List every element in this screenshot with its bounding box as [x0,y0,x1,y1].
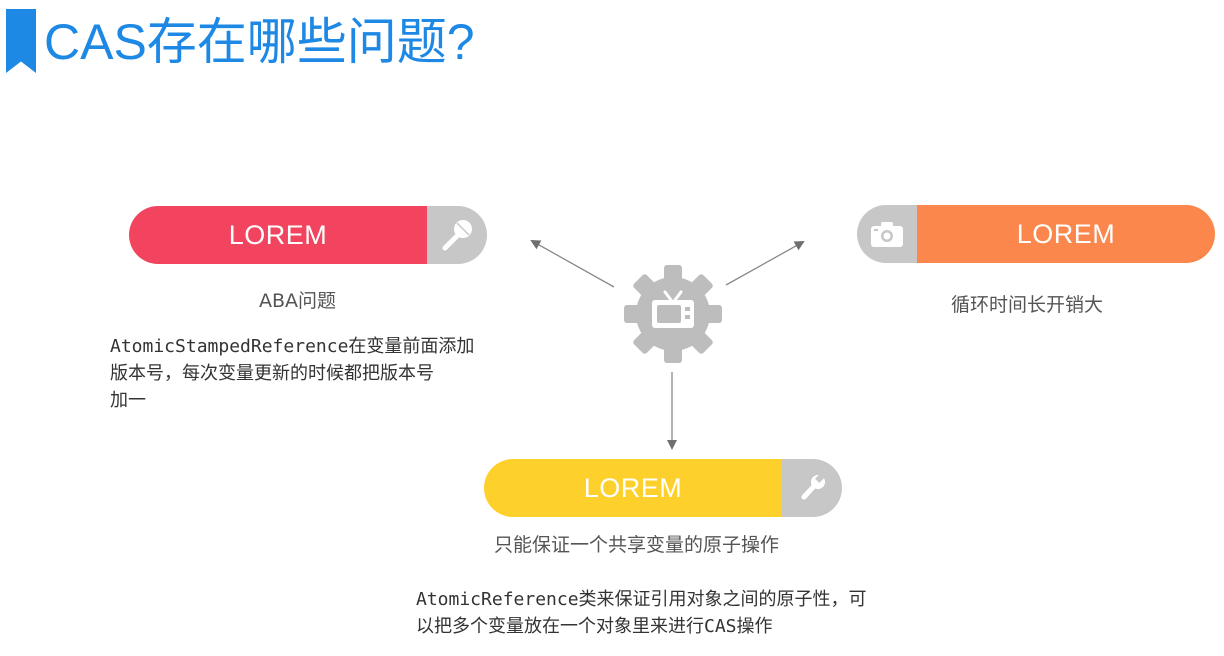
card-bottom-line: AtomicReference类来保证引用对象之间的原子性，可 [416,589,867,610]
card-right-pill: LOREM [857,205,1215,263]
card-bottom-line: 以把多个变量放在一个对象里来进行CAS操作 [416,616,773,637]
card-left-line: AtomicStampedReference在变量前面添加 [110,336,475,357]
connector-arrows [530,240,805,450]
card-bottom-caption: 只能保证一个共享变量的原子操作 [494,534,780,556]
microphone-icon [427,206,487,264]
card-left-line: 加一 [110,390,146,411]
card-left-line: 版本号，每次变量更新的时候都把版本号 [110,363,434,384]
card-right-caption: 循环时间长开销大 [951,294,1104,316]
camera-icon [857,205,917,263]
card-bottom-description: AtomicReference类来保证引用对象之间的原子性，可 以把多个变量放在… [416,586,867,640]
card-right-label: LOREM [917,205,1215,263]
card-left-label: LOREM [129,206,427,264]
arrow-to-left-card [530,240,615,288]
wrench-icon [782,459,842,517]
card-bottom-pill: LOREM [484,459,842,517]
card-left-pill: LOREM [129,206,487,264]
card-left-description: AtomicStampedReference在变量前面添加 版本号，每次变量更新… [110,333,474,414]
card-bottom-label: LOREM [484,459,782,517]
card-left-caption: ABA问题 [259,290,337,312]
arrow-to-right-card [725,241,805,286]
gear-tv-icon [624,265,722,363]
